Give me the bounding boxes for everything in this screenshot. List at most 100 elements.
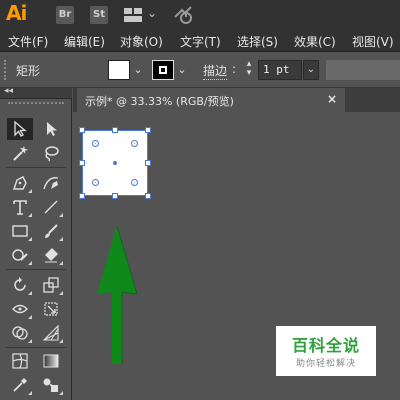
close-icon[interactable]: × [327, 92, 337, 106]
width-icon [12, 304, 28, 314]
corner-widget[interactable] [92, 140, 99, 147]
bounding-box-handle[interactable] [145, 160, 151, 166]
green-arrow-annotation [97, 225, 138, 364]
selected-rectangle[interactable] [82, 130, 148, 196]
stock-button[interactable]: St [90, 6, 108, 24]
more-tools-indicator [59, 291, 63, 295]
stroke-indicator-icon [159, 66, 167, 74]
type-icon [13, 200, 27, 215]
shape-builder-tool[interactable] [7, 322, 33, 344]
bridge-button[interactable]: Br [56, 6, 74, 24]
rectangle-tool[interactable] [7, 220, 33, 242]
canvas-area[interactable]: 百科全说 助你轻松解决 [73, 112, 400, 400]
more-tools-indicator [28, 237, 32, 241]
magic-wand-icon [13, 146, 28, 161]
free-transform-icon [44, 302, 58, 316]
scale-tool[interactable] [38, 274, 64, 296]
paintbrush-tool[interactable] [38, 220, 64, 242]
eraser-icon [45, 248, 58, 263]
bounding-box-handle[interactable] [79, 193, 85, 199]
document-tab-title: 示例* @ 33.33% (RGB/预览) [85, 95, 234, 108]
variable-width-profile[interactable] [326, 60, 400, 80]
menu-select[interactable]: 选择(S) [237, 33, 278, 50]
bounding-box-handle[interactable] [112, 127, 118, 133]
more-tools-indicator [28, 291, 32, 295]
curvature-tool[interactable] [38, 172, 64, 194]
eyedropper-icon [13, 378, 27, 392]
collapse-icon[interactable]: ◂◂ [4, 86, 13, 96]
menu-view[interactable]: 视图(V) [352, 33, 394, 50]
gradient-tool[interactable] [38, 350, 64, 372]
stroke-label[interactable]: 描边 [203, 62, 228, 80]
pen-tool[interactable] [7, 172, 33, 194]
lasso-icon [45, 146, 59, 162]
tools-panel-grip[interactable] [8, 102, 64, 105]
center-point [113, 161, 117, 165]
shaper-icon [12, 249, 28, 261]
menu-effect[interactable]: 效果(C) [294, 33, 336, 50]
workspace-layout-icon[interactable] [124, 8, 142, 22]
toolbar-separator [6, 167, 66, 168]
tools-panel-header: ◂◂ [0, 86, 72, 99]
stroke-weight-input[interactable]: 1 pt [258, 60, 302, 80]
scale-icon [43, 277, 59, 293]
menu-type[interactable]: 文字(T) [180, 33, 221, 50]
chevron-down-icon[interactable]: ⌄ [131, 60, 145, 80]
blend-tool[interactable] [38, 374, 64, 396]
bounding-box-handle[interactable] [112, 193, 118, 199]
pen-icon [13, 176, 27, 190]
illustrator-window: Ai Br St ⌄ 文件(F) 编辑(E) 对象(O) 文字(T) 选择(S)… [0, 0, 400, 400]
document-tab[interactable]: 示例* @ 33.33% (RGB/预览) × [77, 88, 345, 112]
chevron-down-icon[interactable]: ⌄ [175, 60, 189, 80]
bounding-box-handle[interactable] [145, 127, 151, 133]
menu-object[interactable]: 对象(O) [120, 33, 163, 50]
more-tools-indicator [28, 315, 32, 319]
line-segment-icon [44, 200, 58, 214]
selection-type-label: 矩形 [16, 64, 41, 78]
chevron-down-icon[interactable]: ⌄ [147, 6, 157, 20]
toolbar-separator [6, 269, 66, 270]
corner-widget[interactable] [131, 179, 138, 186]
free-transform-tool[interactable] [38, 298, 64, 320]
menu-edit[interactable]: 编辑(E) [64, 33, 105, 50]
more-tools-indicator [59, 237, 63, 241]
direct-selection-tool[interactable] [38, 118, 64, 140]
more-tools-indicator [59, 213, 63, 217]
bounding-box-handle[interactable] [79, 127, 85, 133]
stroke-color-swatch[interactable] [152, 60, 174, 80]
stroke-weight-stepper[interactable]: ▴ ▾ [242, 60, 256, 80]
perspective-grid-icon [42, 324, 59, 341]
bounding-box-handle[interactable] [145, 193, 151, 199]
menu-bar: 文件(F) 编辑(E) 对象(O) 文字(T) 选择(S) 效果(C) 视图(V… [0, 30, 400, 52]
selection-tool[interactable] [7, 118, 33, 140]
lasso-tool[interactable] [38, 142, 64, 164]
fill-color-swatch[interactable] [108, 60, 130, 80]
shaper-tool[interactable] [7, 244, 33, 266]
mesh-tool[interactable] [7, 350, 33, 372]
rotate-tool[interactable] [7, 274, 33, 296]
control-bar: 矩形 ⌄ ⌄ 描边 : ▴ ▾ 1 pt ⌄ [0, 52, 400, 88]
line-segment-tool[interactable] [38, 196, 64, 218]
gpu-performance-icon[interactable] [172, 5, 194, 25]
chevron-down-icon[interactable]: ⌄ [303, 60, 319, 80]
watermark-logo: 百科全说 助你轻松解决 [276, 326, 376, 376]
direct-selection-arrow-icon [47, 122, 57, 136]
menu-file[interactable]: 文件(F) [8, 33, 48, 50]
more-tools-indicator [59, 261, 63, 265]
corner-widget[interactable] [131, 140, 138, 147]
more-tools-indicator [59, 339, 63, 343]
bounding-box-handle[interactable] [79, 160, 85, 166]
eyedropper-tool[interactable] [7, 374, 33, 396]
more-tools-indicator [28, 189, 32, 193]
width-tool[interactable] [7, 298, 33, 320]
type-tool[interactable] [7, 196, 33, 218]
more-tools-indicator [28, 391, 32, 395]
magic-wand-tool[interactable] [7, 142, 33, 164]
perspective-grid-tool[interactable] [38, 322, 64, 344]
watermark-title: 百科全说 [291, 336, 360, 355]
panel-grip[interactable] [4, 60, 8, 80]
eraser-tool[interactable] [38, 244, 64, 266]
more-tools-indicator [28, 213, 32, 217]
corner-widget[interactable] [92, 179, 99, 186]
shape-builder-icon [12, 326, 28, 340]
